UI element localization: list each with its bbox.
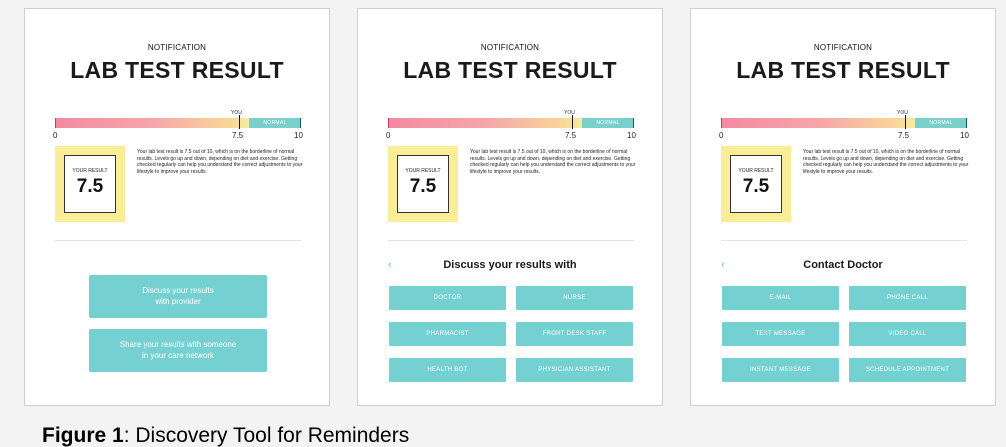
result-label: YOUR RESULT [405, 168, 441, 174]
screen-lab-result-overview: NOTIFICATION LAB TEST RESULT YOU NORMAL … [24, 8, 330, 406]
result-box: YOUR RESULT 7.5 [64, 155, 116, 213]
tick-label-you: 7.5 [898, 131, 910, 140]
option-health-bot-button[interactable]: HEALTH BOT [389, 358, 506, 382]
discuss-results-button[interactable]: Discuss your results with provider [89, 275, 267, 318]
section-heading: Discuss your results with [443, 259, 577, 271]
result-description: Your lab test result is 7.5 out of 10, w… [137, 149, 303, 176]
result-description: Your lab test result is 7.5 out of 10, w… [470, 149, 636, 176]
result-value: 7.5 [409, 176, 437, 197]
tick-label-max: 10 [960, 131, 969, 140]
scale-start-tick [55, 118, 56, 128]
result-box: YOUR RESULT 7.5 [730, 155, 782, 213]
you-marker [905, 115, 906, 129]
section-heading: Contact Doctor [803, 259, 883, 271]
tick-label-min: 0 [386, 131, 391, 140]
normal-zone: NORMAL [582, 118, 634, 128]
result-scale-bar: NORMAL [721, 115, 967, 129]
contact-phone-call-button[interactable]: PHONE CALL [849, 286, 966, 310]
option-front-desk-staff-button[interactable]: FRONT DESK STAFF [516, 322, 633, 346]
page-title: LAB TEST RESULT [70, 57, 284, 83]
page-title: LAB TEST RESULT [736, 57, 950, 83]
you-label: YOU [564, 110, 575, 116]
divider [388, 240, 634, 241]
normal-zone: NORMAL [915, 118, 967, 128]
page-title: LAB TEST RESULT [403, 57, 617, 83]
scale-end-tick [966, 118, 967, 128]
tick-label-min: 0 [53, 131, 58, 140]
option-physician-assistant-button[interactable]: PHYSICIAN ASSISTANT [516, 358, 633, 382]
divider [55, 240, 301, 241]
tick-label-you: 7.5 [565, 131, 577, 140]
share-results-button[interactable]: Share your results with someone in your … [89, 329, 267, 372]
figure-caption: Figure 1: Discovery Tool for Reminders [42, 424, 409, 447]
you-label: YOU [897, 110, 908, 116]
result-value: 7.5 [742, 176, 770, 197]
result-value: 7.5 [76, 176, 104, 197]
tick-label-you: 7.5 [232, 131, 244, 140]
figure-caption-label: Figure 1 [42, 424, 124, 447]
divider [721, 240, 967, 241]
contact-schedule-appointment-button[interactable]: SCHEDULE APPOINTMENT [849, 358, 966, 382]
option-doctor-button[interactable]: DOCTOR [389, 286, 506, 310]
you-marker [572, 115, 573, 129]
notification-kicker: NOTIFICATION [813, 43, 873, 52]
contact-video-call-button[interactable]: VIDEO CALL [849, 322, 966, 346]
scale-start-tick [388, 118, 389, 128]
option-nurse-button[interactable]: NURSE [516, 286, 633, 310]
you-marker [239, 115, 240, 129]
result-scale-bar: NORMAL [55, 115, 301, 129]
notification-kicker: NOTIFICATION [147, 43, 207, 52]
you-label: YOU [231, 110, 242, 116]
result-label: YOUR RESULT [72, 168, 108, 174]
scale-end-tick [633, 118, 634, 128]
result-label: YOUR RESULT [738, 168, 774, 174]
tick-label-min: 0 [719, 131, 724, 140]
result-scale-bar: NORMAL [388, 115, 634, 129]
contact-instant-message-button[interactable]: INSTANT MESSAGE [722, 358, 839, 382]
contact-text-message-button[interactable]: TEXT MESSAGE [722, 322, 839, 346]
screen-discuss-results: NOTIFICATION LAB TEST RESULT YOU NORMAL … [357, 8, 663, 406]
result-description: Your lab test result is 7.5 out of 10, w… [803, 149, 969, 176]
screen-contact-doctor: NOTIFICATION LAB TEST RESULT YOU NORMAL … [690, 8, 996, 406]
tick-label-max: 10 [294, 131, 303, 140]
normal-zone: NORMAL [249, 118, 301, 128]
contact-email-button[interactable]: E-MAIL [722, 286, 839, 310]
option-pharmacist-button[interactable]: PHARMACIST [389, 322, 506, 346]
figure-caption-text: : Discovery Tool for Reminders [123, 424, 410, 447]
scale-end-tick [300, 118, 301, 128]
result-box: YOUR RESULT 7.5 [397, 155, 449, 213]
tick-label-max: 10 [627, 131, 636, 140]
scale-start-tick [721, 118, 722, 128]
notification-kicker: NOTIFICATION [480, 43, 540, 52]
